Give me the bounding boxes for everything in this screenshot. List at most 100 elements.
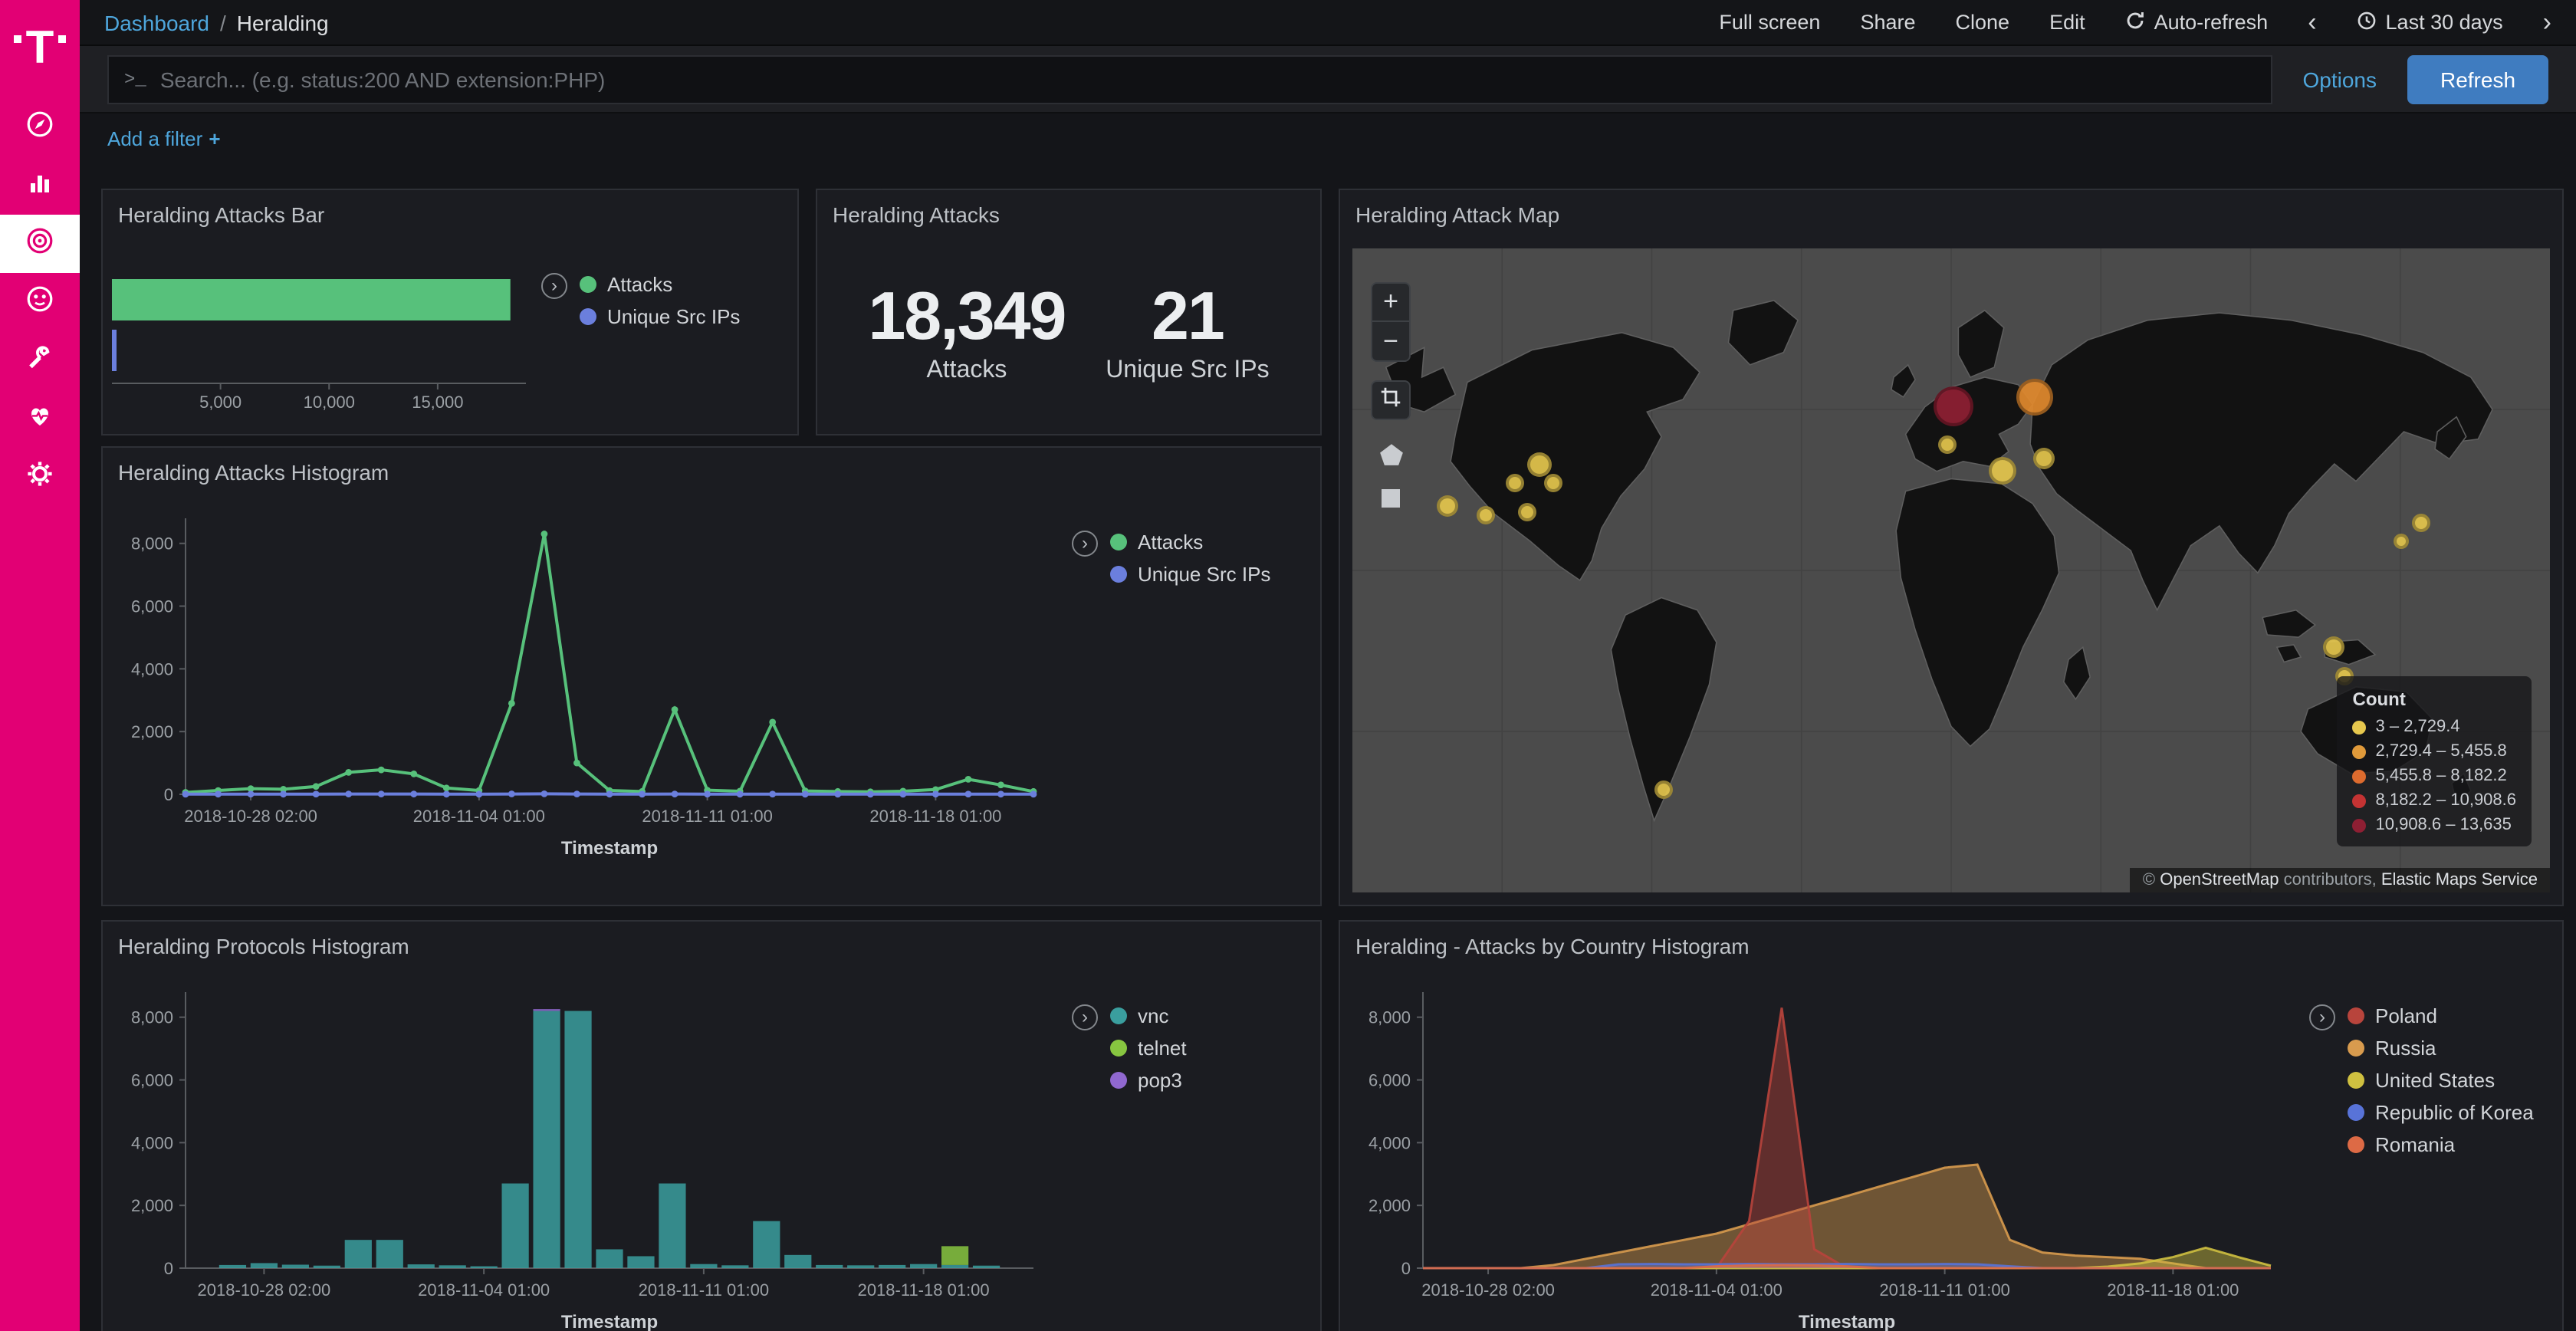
legend-item[interactable]: Republic of Korea bbox=[2348, 1101, 2534, 1124]
breadcrumb-separator: / bbox=[220, 10, 226, 35]
legend-item[interactable]: 10,908.6 – 13,635 bbox=[2353, 816, 2517, 834]
svg-text:Timestamp: Timestamp bbox=[1799, 1312, 1895, 1331]
legend-item[interactable]: Romania bbox=[2348, 1133, 2534, 1156]
logo-square bbox=[14, 35, 21, 43]
legend-item[interactable]: Attacks bbox=[1110, 531, 1270, 554]
openstreetmap-link[interactable]: OpenStreetMap bbox=[2160, 871, 2279, 889]
metric-unique-src-ips: 21 Unique Src IPs bbox=[1106, 279, 1269, 385]
country-area-chart[interactable]: 02,0004,0006,0008,0002018-10-28 02:00201… bbox=[1349, 971, 2292, 1331]
legend-label: telnet bbox=[1138, 1037, 1187, 1060]
legend-item[interactable]: vnc bbox=[1110, 1004, 1187, 1027]
attack-marker[interactable] bbox=[1438, 495, 1459, 517]
edit-button[interactable]: Edit bbox=[2049, 11, 2085, 34]
svg-text:0: 0 bbox=[1401, 1259, 1411, 1278]
attack-marker[interactable] bbox=[1938, 435, 1957, 454]
sidebar-item-visualize[interactable] bbox=[0, 156, 80, 215]
refresh-button[interactable]: Refresh bbox=[2407, 54, 2548, 104]
refresh-cycle-icon bbox=[2125, 10, 2145, 35]
options-link[interactable]: Options bbox=[2303, 67, 2377, 91]
legend-item[interactable]: Poland bbox=[2348, 1004, 2534, 1027]
attacks-line-chart[interactable]: 02,0004,0006,0008,0002018-10-28 02:00201… bbox=[112, 497, 1055, 873]
polygon-tool-button[interactable] bbox=[1371, 439, 1411, 478]
legend-item[interactable]: 3 – 2,729.4 bbox=[2353, 718, 2517, 736]
attack-marker[interactable] bbox=[2324, 637, 2345, 659]
legend-item[interactable]: 5,455.8 – 8,182.2 bbox=[2353, 767, 2517, 785]
breadcrumb-dashboard-link[interactable]: Dashboard bbox=[104, 10, 209, 35]
legend-toggle-icon[interactable]: › bbox=[541, 273, 567, 299]
time-range-picker[interactable]: Last 30 days bbox=[2357, 10, 2503, 35]
time-forward-chevron[interactable]: › bbox=[2543, 9, 2551, 35]
attack-marker[interactable] bbox=[1934, 386, 1973, 426]
legend-toggle-icon[interactable]: › bbox=[1072, 531, 1098, 557]
clone-button[interactable]: Clone bbox=[1956, 11, 2010, 34]
protocols-bar-chart[interactable]: 02,0004,0006,0008,0002018-10-28 02:00201… bbox=[112, 971, 1055, 1331]
legend-item[interactable]: 8,182.2 – 10,908.6 bbox=[2353, 791, 2517, 810]
legend-dot-icon bbox=[2348, 1040, 2364, 1057]
legend-item[interactable]: Russia bbox=[2348, 1037, 2534, 1060]
attack-marker[interactable] bbox=[1518, 503, 1536, 521]
sidebar-item-discover[interactable] bbox=[0, 98, 80, 156]
sidebar-item-settings[interactable] bbox=[0, 448, 80, 506]
full-screen-button[interactable]: Full screen bbox=[1719, 11, 1820, 34]
metric-label: Unique Src IPs bbox=[1106, 357, 1269, 385]
attack-marker[interactable] bbox=[1477, 507, 1496, 525]
legend-label: 5,455.8 – 8,182.2 bbox=[2376, 767, 2507, 785]
mask-icon bbox=[25, 283, 55, 321]
auto-refresh-button[interactable]: Auto-refresh bbox=[2125, 10, 2269, 35]
legend-item[interactable]: Unique Src IPs bbox=[580, 305, 740, 328]
sidebar-item-tools[interactable] bbox=[0, 331, 80, 389]
legend-dot-icon bbox=[2353, 818, 2367, 832]
metric-attacks: 18,349 Attacks bbox=[868, 279, 1065, 385]
legend-toggle-icon[interactable]: › bbox=[1072, 1004, 1098, 1030]
legend-item[interactable]: 2,729.4 – 5,455.8 bbox=[2353, 742, 2517, 761]
svg-text:2,000: 2,000 bbox=[131, 1196, 173, 1215]
svg-text:2018-11-04 01:00: 2018-11-04 01:00 bbox=[1651, 1280, 1783, 1300]
rectangle-tool-button[interactable] bbox=[1371, 481, 1411, 521]
legend-toggle-icon[interactable]: › bbox=[2309, 1004, 2335, 1030]
elastic-maps-link[interactable]: Elastic Maps Service bbox=[2381, 871, 2538, 889]
legend-label: Attacks bbox=[1138, 531, 1203, 554]
sidebar-item-dashboard[interactable] bbox=[0, 215, 80, 273]
top-navigation-bar: Dashboard / Heralding Full screen Share … bbox=[80, 0, 2576, 46]
attack-marker[interactable] bbox=[1989, 457, 2016, 485]
svg-text:15,000: 15,000 bbox=[412, 393, 463, 412]
panel-protocols-histogram: Heralding Protocols Histogram 02,0004,00… bbox=[101, 920, 1322, 1331]
legend-dot-icon bbox=[2348, 1136, 2364, 1153]
legend-item[interactable]: Unique Src IPs bbox=[1110, 563, 1270, 586]
legend-dot-icon bbox=[580, 308, 596, 325]
legend-item[interactable]: United States bbox=[2348, 1069, 2534, 1092]
compass-icon bbox=[25, 108, 55, 146]
breadcrumb-current: Heralding bbox=[237, 10, 329, 35]
zoom-out-button[interactable]: − bbox=[1371, 322, 1411, 362]
legend-item[interactable]: telnet bbox=[1110, 1037, 1187, 1060]
time-back-chevron[interactable]: ‹ bbox=[2308, 9, 2316, 35]
legend-item[interactable]: pop3 bbox=[1110, 1069, 1187, 1092]
sidebar-item-health[interactable] bbox=[0, 389, 80, 448]
attack-marker[interactable] bbox=[1654, 781, 1673, 799]
map-controls: + − bbox=[1371, 282, 1411, 524]
legend-item[interactable]: Attacks bbox=[580, 273, 740, 296]
map-count-legend: Count 3 – 2,729.42,729.4 – 5,455.85,455.… bbox=[2338, 676, 2532, 846]
metric-label: Attacks bbox=[868, 357, 1065, 385]
attack-marker[interactable] bbox=[2016, 378, 2053, 415]
telekom-logo[interactable]: T bbox=[0, 0, 80, 98]
legend-dot-icon bbox=[2348, 1104, 2364, 1121]
attack-marker[interactable] bbox=[1506, 475, 1524, 493]
attack-marker[interactable] bbox=[1544, 475, 1562, 493]
legend-label: Republic of Korea bbox=[2375, 1101, 2534, 1124]
share-button[interactable]: Share bbox=[1860, 11, 1915, 34]
sidebar-item-honeypot[interactable] bbox=[0, 273, 80, 331]
attack-marker[interactable] bbox=[2394, 534, 2409, 549]
attack-marker[interactable] bbox=[2413, 513, 2431, 531]
svg-text:8,000: 8,000 bbox=[1368, 1008, 1411, 1027]
world-map[interactable]: + − Count 3 – 2,729.42,729.4 – 5,455.85,… bbox=[1352, 248, 2550, 892]
zoom-in-button[interactable]: + bbox=[1371, 282, 1411, 322]
attack-marker[interactable] bbox=[2032, 447, 2054, 468]
svg-text:0: 0 bbox=[164, 785, 173, 804]
panel-title: Heralding Attacks Histogram bbox=[118, 460, 389, 485]
add-filter-link[interactable]: Add a filter+ bbox=[107, 127, 221, 150]
attacks-bar-chart[interactable]: 5,00010,00015,000 bbox=[109, 258, 569, 417]
attack-marker[interactable] bbox=[1527, 452, 1552, 476]
search-input[interactable] bbox=[160, 67, 2256, 91]
crop-tool-button[interactable] bbox=[1371, 380, 1411, 420]
